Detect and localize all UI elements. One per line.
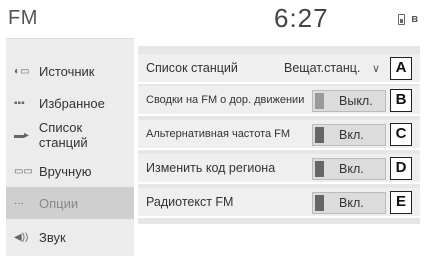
marker-label: C	[390, 123, 412, 146]
setting-label: Радиотекст FM	[146, 195, 234, 209]
sidebar-item-label: Вручную	[39, 163, 92, 179]
af-toggle[interactable]: Вкл.	[312, 124, 386, 146]
toggle-state: Вкл.	[339, 128, 364, 142]
source-icon: ◐▭	[14, 65, 30, 77]
sidebar-item-favorites[interactable]: ▪▪▪ Избранное	[6, 87, 134, 119]
toggle-indicator	[315, 161, 324, 177]
manual-tuning-icon: ▭▭	[14, 165, 33, 177]
toggle-state: Вкл.	[339, 196, 364, 210]
phone-battery-icon	[398, 14, 406, 25]
toggle-indicator	[315, 127, 324, 143]
setting-label: Альтернативная частота FM	[146, 128, 291, 140]
traffic-toggle[interactable]: Выкл.	[312, 90, 386, 112]
chevron-down-icon[interactable]: ∨	[372, 62, 380, 75]
favorites-icon: ▪▪▪	[14, 97, 25, 109]
region-code-toggle[interactable]: Вкл.	[312, 158, 386, 180]
sidebar-item-station-list[interactable]: ▬▸ Список станций	[6, 119, 134, 151]
setting-row-alternative-frequency[interactable]: Альтернативная частота FM Вкл. C	[138, 120, 420, 150]
screen-title: FM	[8, 7, 38, 29]
station-list-icon: ▬▸	[14, 129, 30, 141]
toggle-state: Выкл.	[339, 94, 373, 108]
marker-label: B	[390, 89, 412, 112]
sidebar-item-manual[interactable]: ▭▭ Вручную	[6, 155, 134, 187]
marker-label: D	[390, 157, 412, 180]
sidebar-item-label: Источник	[39, 63, 95, 79]
status-icons: ʙ	[398, 14, 418, 25]
sidebar: ◐▭ Источник ▪▪▪ Избранное ▬▸ Список стан…	[6, 38, 134, 256]
fm-options-screen: FM 6:27 ʙ ◐▭ Источник ▪▪▪ Избранное ▬▸ С…	[0, 0, 430, 260]
setting-label: Сводки на FM о дор. движении	[146, 94, 305, 106]
setting-row-traffic-announcements[interactable]: Сводки на FM о дор. движении Выкл. B	[138, 86, 420, 116]
setting-row-region-code[interactable]: Изменить код региона Вкл. D	[138, 154, 420, 184]
setting-label: Список станций	[146, 61, 238, 75]
sidebar-item-label: Список станций	[38, 120, 88, 150]
sidebar-item-options[interactable]: ··· Опции	[6, 187, 134, 219]
sidebar-item-label: Избранное	[39, 95, 105, 111]
sidebar-item-label: Опции	[39, 195, 79, 211]
setting-row-radiotext[interactable]: Радиотекст FM Вкл. E	[138, 188, 420, 218]
sound-icon: ◀))	[14, 231, 29, 243]
station-list-dropdown-value[interactable]: Вещат.станц.	[284, 61, 360, 75]
setting-label: Изменить код региона	[146, 161, 276, 175]
options-icon: ···	[14, 197, 24, 209]
marker-label: A	[390, 57, 412, 80]
bluetooth-icon: ʙ	[411, 13, 418, 25]
toggle-indicator	[315, 195, 324, 211]
clock: 6:27	[274, 3, 329, 33]
toggle-indicator	[315, 93, 324, 109]
sidebar-item-label: Звук	[39, 229, 66, 245]
radiotext-toggle[interactable]: Вкл.	[312, 192, 386, 214]
settings-panel: Список станций Вещат.станц. ∨ A Сводки н…	[138, 46, 420, 224]
setting-row-station-list[interactable]: Список станций Вещат.станц. ∨ A	[138, 54, 420, 84]
sidebar-item-source[interactable]: ◐▭ Источник	[6, 55, 134, 87]
marker-label: E	[390, 191, 412, 214]
toggle-state: Вкл.	[339, 162, 364, 176]
sidebar-item-sound[interactable]: ◀)) Звук	[6, 221, 134, 253]
status-bar: FM 6:27 ʙ	[6, 3, 424, 34]
